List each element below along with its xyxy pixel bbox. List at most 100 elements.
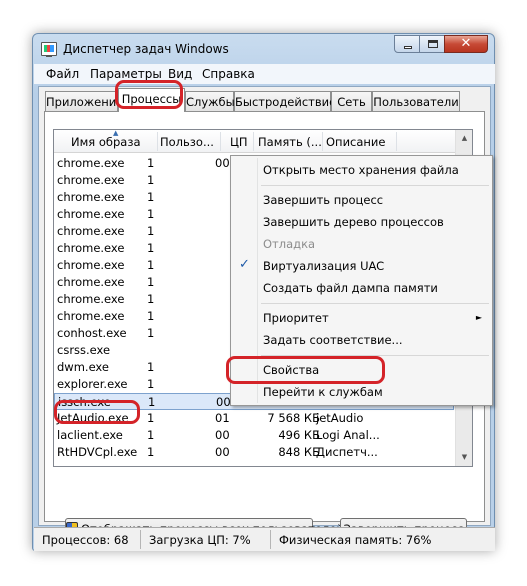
cell-cpu: 00 (216, 395, 231, 409)
caption-buttons: ✕ (394, 35, 488, 53)
window-title: Диспетчер задач Windows (63, 42, 229, 56)
tab-services[interactable]: Службы (185, 91, 235, 111)
tab-processes[interactable]: Процессы (118, 88, 185, 112)
tab-network[interactable]: Сеть (331, 91, 372, 111)
cell-image-name: chrome.exe (57, 309, 125, 323)
cell-cpu: 00 (215, 156, 230, 170)
menu-separator (261, 303, 489, 304)
status-memory: Физическая память: 76% (279, 533, 432, 547)
cell-image-name: laclient.exe (57, 428, 123, 442)
column-cpu[interactable]: ЦП (230, 135, 248, 149)
cell-cpu: 00 (215, 445, 230, 459)
cell-image-name: chrome.exe (57, 156, 125, 170)
menu-end-process[interactable]: Завершить процесс (263, 193, 383, 207)
cell-image-name: chrome.exe (57, 292, 125, 306)
status-divider (270, 530, 271, 549)
cell-description: Диспетч... (316, 445, 378, 459)
cell-user: 1 (147, 156, 155, 170)
cell-image-name: JetAudio.exe (57, 411, 129, 425)
cell-image-name: chrome.exe (57, 275, 125, 289)
cell-image-name: chrome.exe (57, 173, 125, 187)
cell-image-name: issch.exe (58, 395, 111, 409)
status-cpu: Загрузка ЦП: 7% (149, 533, 251, 547)
column-divider[interactable] (157, 132, 158, 151)
list-header: ▲ Имя образа Пользо... ЦП Память (... Оп… (54, 130, 472, 153)
menu-debug: Отладка (263, 237, 316, 251)
menu-uac-virtualization[interactable]: Виртуализация UAC (263, 259, 384, 273)
cell-user: 1 (147, 173, 155, 187)
column-image-name[interactable]: Имя образа (71, 135, 141, 149)
cell-cpu: 00 (215, 428, 230, 442)
menu-priority[interactable]: Приоритет (263, 311, 329, 325)
task-manager-icon (41, 42, 57, 57)
cell-user: 1 (147, 241, 155, 255)
cell-image-name: chrome.exe (57, 207, 125, 221)
scroll-up-icon[interactable]: ▲ (456, 130, 472, 147)
scroll-down-icon[interactable]: ▼ (456, 449, 472, 466)
cell-image-name: chrome.exe (57, 241, 125, 255)
minimize-button[interactable] (394, 35, 420, 53)
status-divider (140, 530, 141, 549)
check-icon: ✓ (239, 257, 250, 272)
cell-user: 1 (147, 190, 155, 204)
menu-view[interactable]: Вид (168, 67, 192, 81)
cell-memory: 7 568 КБ (267, 411, 320, 425)
column-description[interactable]: Описание (326, 135, 385, 149)
column-divider[interactable] (253, 132, 254, 151)
cell-user: 1 (147, 258, 155, 272)
column-divider[interactable] (322, 132, 323, 151)
maximize-icon (428, 40, 438, 48)
cell-image-name: conhost.exe (57, 326, 127, 340)
cell-user: 1 (147, 224, 155, 238)
cell-cpu: 01 (215, 411, 230, 425)
cell-user: 1 (147, 445, 155, 459)
menu-bar: Файл Параметры Вид Справка (34, 64, 495, 84)
cell-image-name: chrome.exe (57, 224, 125, 238)
tab-applications[interactable]: Приложения (45, 91, 123, 111)
status-bar: Процессов: 68 Загрузка ЦП: 7% Физическая… (34, 527, 495, 551)
cell-image-name: explorer.exe (57, 377, 128, 391)
menu-options[interactable]: Параметры (90, 67, 162, 81)
cell-description: Logi Anal... (316, 428, 380, 442)
menu-file[interactable]: Файл (46, 67, 79, 81)
cell-user: 1 (147, 377, 155, 391)
cell-image-name: RtHDVCpl.exe (57, 445, 138, 459)
maximize-button[interactable] (419, 35, 445, 53)
cell-user: 1 (147, 309, 155, 323)
menu-properties[interactable]: Свойства (263, 363, 319, 377)
cell-user: 1 (147, 360, 155, 374)
column-memory[interactable]: Память (... (258, 135, 322, 149)
table-row[interactable]: laclient.exe 1 00 496 КБ Logi Anal... (54, 427, 454, 444)
cell-user: 1 (147, 326, 155, 340)
cell-user: 1 (147, 428, 155, 442)
menu-go-to-services[interactable]: Перейти к службам (263, 385, 383, 399)
column-divider[interactable] (396, 132, 397, 151)
cell-memory: 848 КБ (278, 445, 320, 459)
menu-set-affinity[interactable]: Задать соответствие... (263, 333, 403, 347)
title-bar[interactable]: Диспетчер задач Windows ✕ (33, 34, 494, 64)
menu-separator (261, 185, 489, 186)
menu-gutter (257, 158, 258, 403)
menu-help[interactable]: Справка (202, 67, 255, 81)
menu-open-file-location[interactable]: Открыть место хранения файла (263, 163, 459, 177)
context-menu: Открыть место хранения файла Завершить п… (230, 155, 493, 406)
close-icon: ✕ (460, 36, 472, 51)
cell-user: 1 (147, 411, 155, 425)
cell-image-name: chrome.exe (57, 258, 125, 272)
column-divider[interactable] (220, 132, 221, 151)
menu-create-dump[interactable]: Создать файл дампа памяти (263, 281, 438, 295)
table-row[interactable]: JetAudio.exe 1 01 7 568 КБ jetAudio (54, 410, 454, 427)
cell-user: 1 (147, 292, 155, 306)
cell-description: jetAudio (316, 411, 364, 425)
cell-user: 1 (148, 395, 156, 409)
close-button[interactable]: ✕ (444, 35, 488, 53)
tab-users[interactable]: Пользователи (372, 91, 460, 111)
column-user[interactable]: Пользо... (160, 135, 214, 149)
cell-user: 1 (147, 207, 155, 221)
minimize-icon (404, 46, 412, 49)
status-processes: Процессов: 68 (42, 533, 129, 547)
menu-end-process-tree[interactable]: Завершить дерево процессов (263, 215, 444, 229)
cell-memory: 496 КБ (278, 428, 320, 442)
table-row[interactable]: RtHDVCpl.exe 1 00 848 КБ Диспетч... (54, 444, 454, 461)
tab-performance[interactable]: Быстродействие (234, 91, 336, 111)
